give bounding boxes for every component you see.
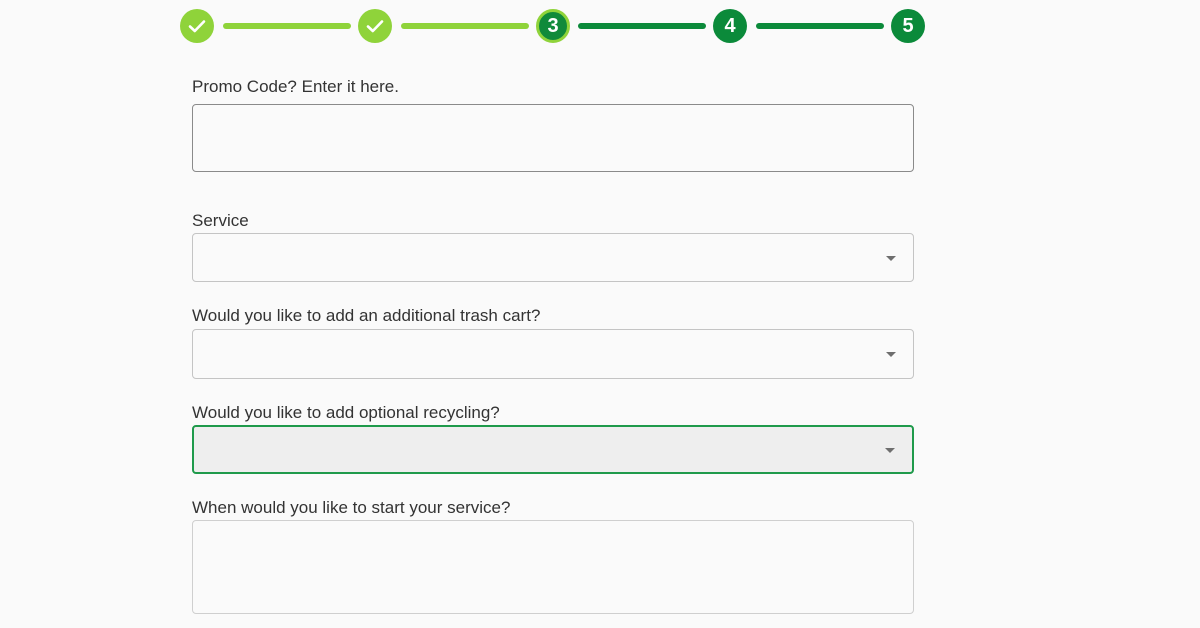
step-5-upcoming: 5	[891, 9, 925, 43]
check-icon	[188, 20, 206, 33]
additional-cart-select[interactable]	[192, 329, 914, 379]
progress-stepper: 3 4 5	[180, 7, 926, 45]
step-3-current: 3	[536, 9, 570, 43]
promo-code-label: Promo Code? Enter it here.	[192, 77, 399, 96]
step-2-completed	[358, 9, 392, 43]
additional-cart-label: Would you like to add an additional tras…	[192, 306, 541, 325]
start-service-label: When would you like to start your servic…	[192, 498, 511, 517]
step-connector	[578, 23, 706, 29]
promo-code-input[interactable]	[192, 104, 914, 172]
chevron-down-icon	[886, 255, 896, 261]
chevron-down-icon	[886, 352, 896, 357]
start-service-input[interactable]	[192, 520, 914, 614]
recycling-label: Would you like to add optional recycling…	[192, 403, 500, 422]
step-4-upcoming: 4	[713, 9, 747, 43]
chevron-down-icon	[885, 447, 895, 453]
recycling-select[interactable]	[192, 425, 914, 474]
service-label: Service	[192, 211, 249, 230]
step-number: 4	[724, 14, 736, 37]
step-number: 3	[547, 14, 559, 37]
step-connector	[756, 23, 884, 29]
service-select[interactable]	[192, 233, 914, 282]
step-connector	[401, 23, 529, 29]
step-1-completed	[180, 9, 214, 43]
step-connector	[223, 23, 351, 29]
check-icon	[366, 20, 384, 33]
step-number: 5	[902, 14, 914, 37]
